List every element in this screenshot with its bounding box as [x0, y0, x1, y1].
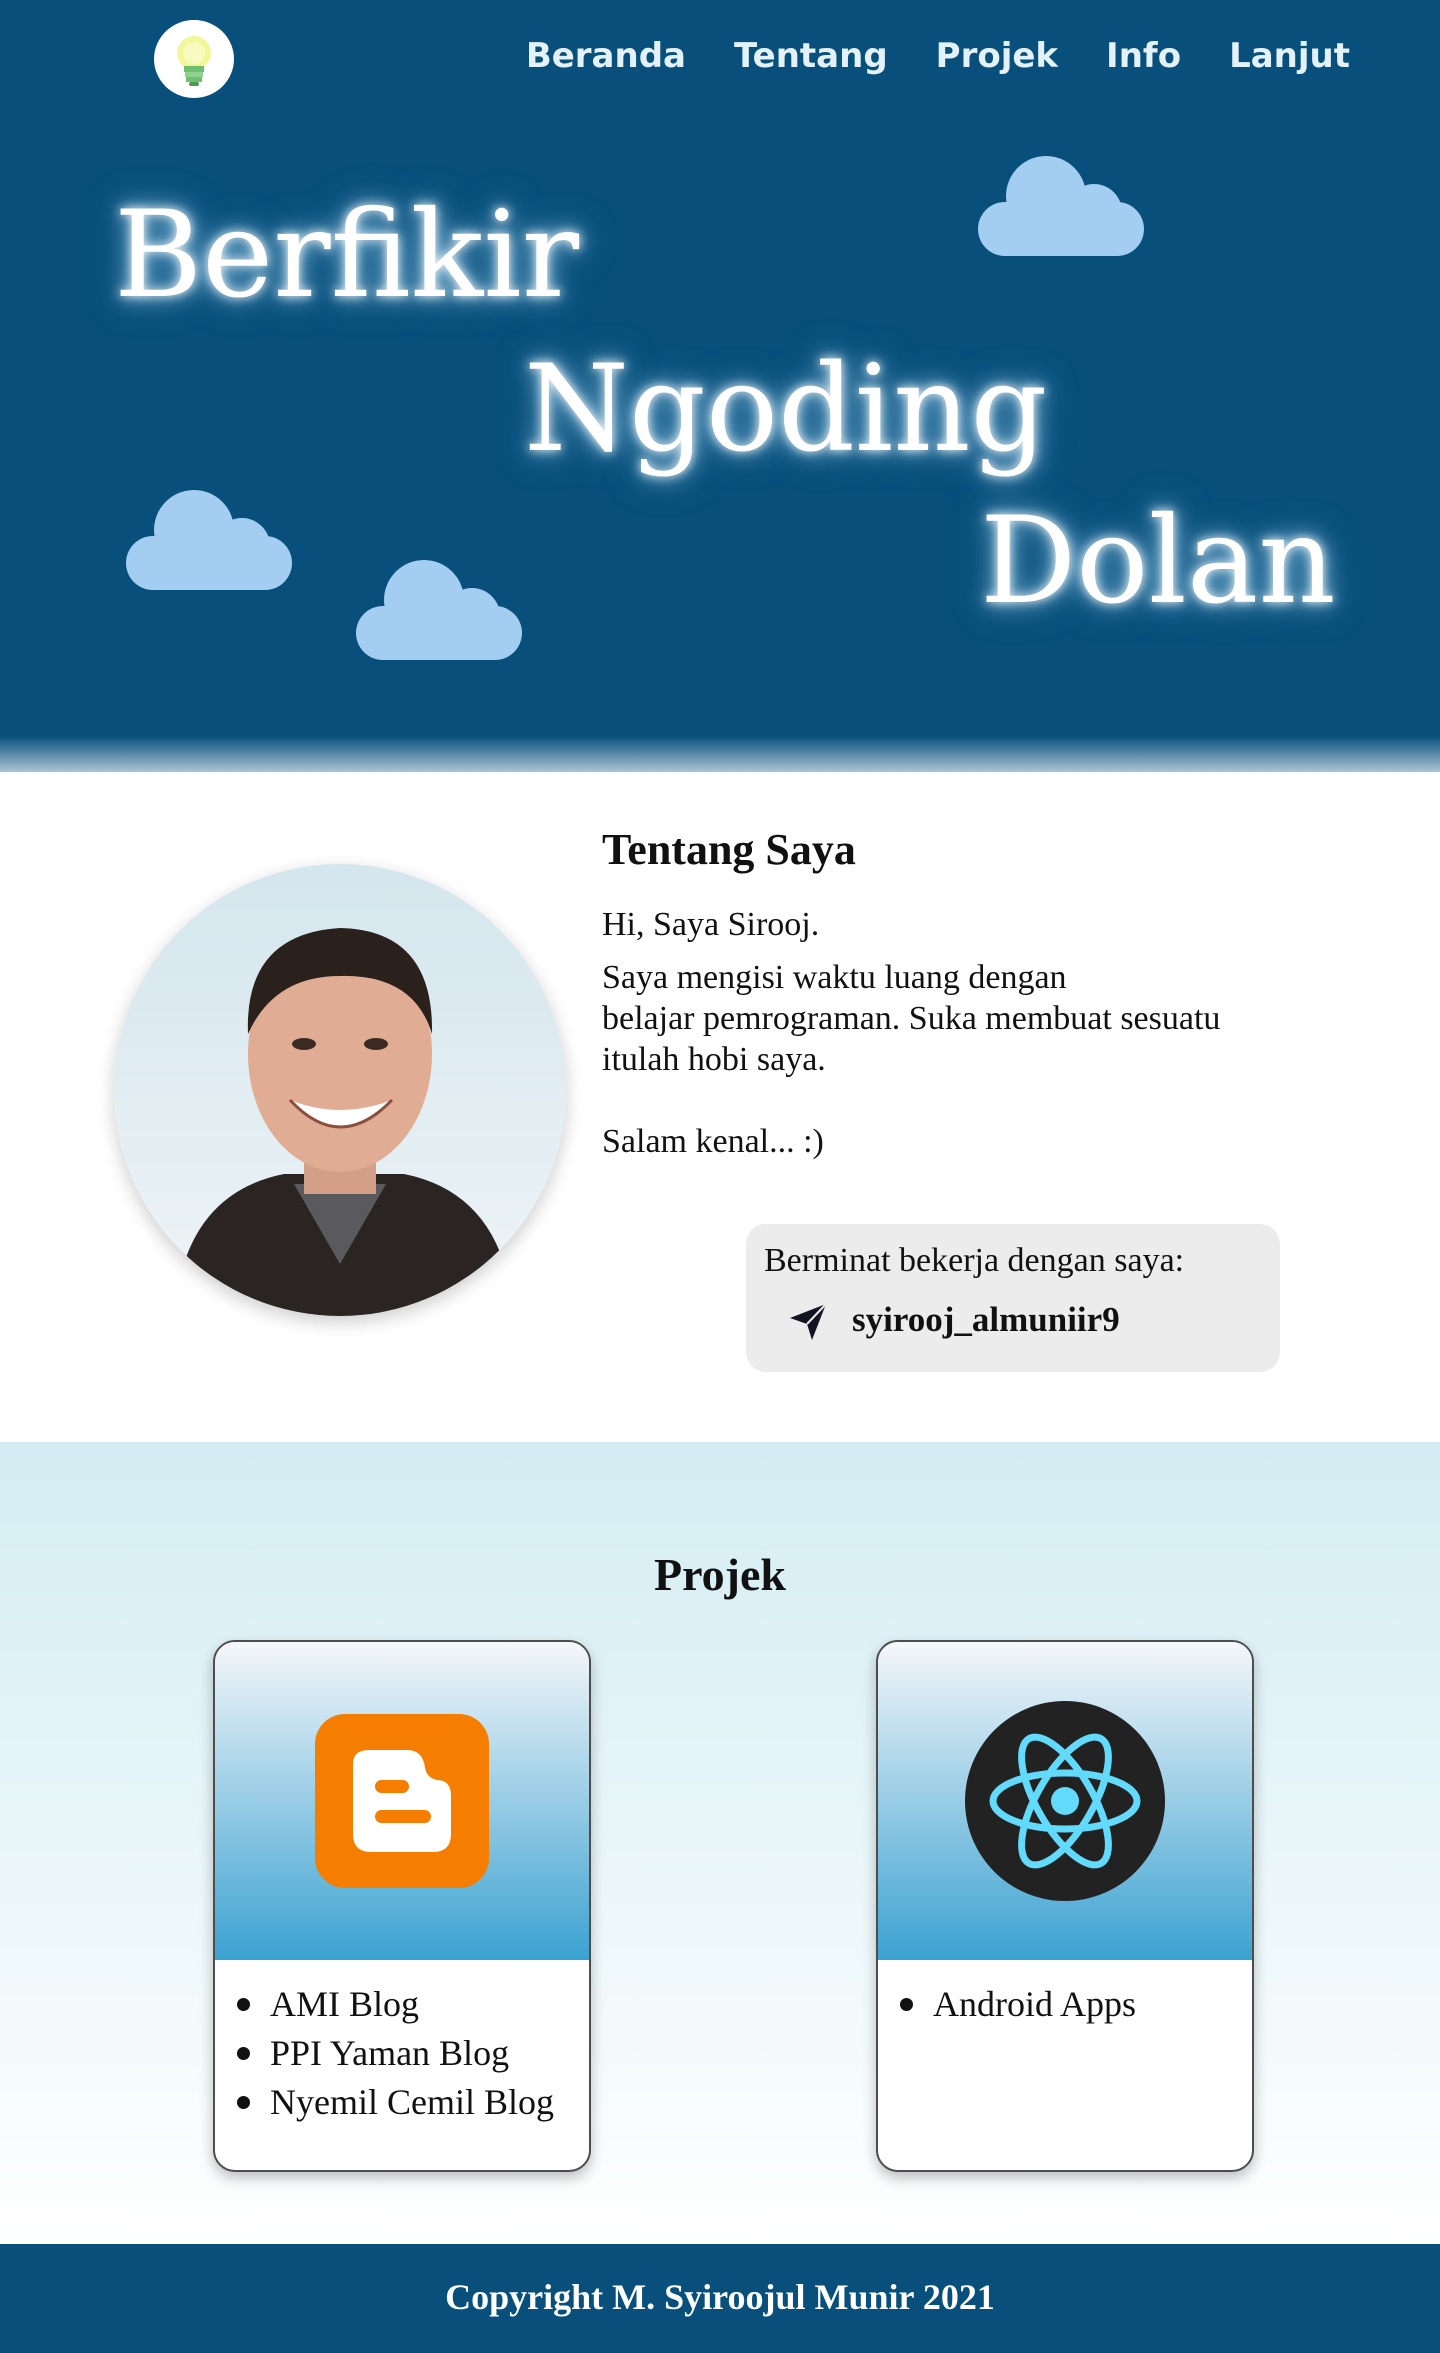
list-item[interactable]: PPI Yaman Blog	[237, 2029, 589, 2078]
about-line: Saya mengisi waktu luang dengan	[602, 959, 1067, 996]
about-section: Tentang Saya Hi, Saya Sirooj. Saya mengi…	[0, 772, 1440, 1442]
nav-item-lanjut[interactable]: Lanjut	[1229, 36, 1350, 76]
about-line: itulah hobi saya.	[602, 1041, 826, 1078]
footer: Copyright M. Syiroojul Munir 2021	[0, 2244, 1440, 2353]
about-title: Tentang Saya	[602, 825, 856, 874]
main-nav: Beranda Tentang Projek Info Lanjut	[526, 36, 1350, 76]
send-icon[interactable]	[786, 1300, 830, 1344]
card-header	[215, 1642, 589, 1960]
contact-label: Berminat bekerja dengan saya:	[764, 1242, 1185, 1279]
nav-item-tentang[interactable]: Tentang	[734, 36, 888, 76]
profile-photo	[114, 864, 566, 1316]
about-text: Hi, Saya Sirooj. Saya mengisi waktu luan…	[602, 904, 1342, 1162]
nav-item-info[interactable]: Info	[1106, 36, 1181, 76]
about-line: belajar pemrograman. Suka membuat sesuat…	[602, 1000, 1221, 1037]
hero-word-dolan: Dolan	[980, 492, 1336, 631]
nav-item-projek[interactable]: Projek	[936, 36, 1058, 76]
projects-title: Projek	[653, 1549, 786, 1600]
project-card-blogger[interactable]: AMI Blog PPI Yaman Blog Nyemil Cemil Blo…	[213, 1640, 591, 2172]
nav-item-beranda[interactable]: Beranda	[526, 36, 686, 76]
blogger-icon	[315, 1714, 489, 1888]
cloud-icon	[978, 156, 1144, 256]
hero-word-berfikir: Berfikir	[114, 186, 580, 325]
list-item[interactable]: AMI Blog	[237, 1980, 589, 2029]
project-list: Android Apps	[878, 1960, 1252, 2029]
lightbulb-logo[interactable]	[154, 20, 234, 98]
about-closing: Salam kenal... :)	[602, 1123, 824, 1160]
contact-box: Berminat bekerja dengan saya: syirooj_al…	[746, 1224, 1280, 1372]
cloud-icon	[126, 490, 292, 590]
list-item[interactable]: Nyemil Cemil Blog	[237, 2078, 589, 2127]
list-item[interactable]: Android Apps	[900, 1980, 1252, 2029]
hero-section: Beranda Tentang Projek Info Lanjut Berfi…	[0, 0, 1440, 772]
project-list: AMI Blog PPI Yaman Blog Nyemil Cemil Blo…	[215, 1960, 589, 2127]
telegram-handle-link[interactable]: syirooj_almuniir9	[852, 1300, 1120, 1340]
cloud-icon	[356, 560, 522, 660]
projects-section: Projek AMI Blog PPI Yaman Blog Nyemil Ce…	[0, 1442, 1440, 2244]
about-greeting: Hi, Saya Sirooj.	[602, 906, 820, 943]
card-header	[878, 1642, 1252, 1960]
react-icon	[965, 1701, 1165, 1901]
hero-word-ngoding: Ngoding	[524, 340, 1048, 479]
project-card-react[interactable]: Android Apps	[876, 1640, 1254, 2172]
footer-copyright: Copyright M. Syiroojul Munir 2021	[445, 2277, 995, 2317]
